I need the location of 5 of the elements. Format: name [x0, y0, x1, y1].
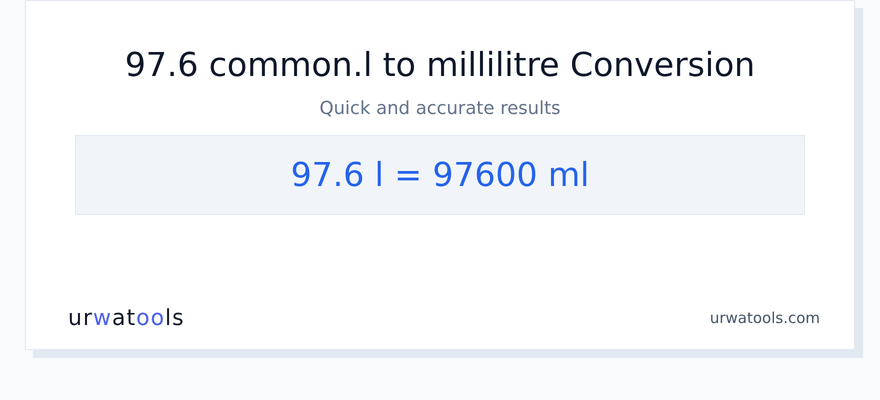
- conversion-result: 97.6 l = 97600 ml: [290, 154, 590, 196]
- subtitle: Quick and accurate results: [319, 97, 561, 121]
- page-title: 97.6 common.l to millilitre Conversion: [124, 45, 756, 85]
- site-url: urwatools.com: [710, 308, 820, 330]
- logo: urwatools: [68, 305, 185, 333]
